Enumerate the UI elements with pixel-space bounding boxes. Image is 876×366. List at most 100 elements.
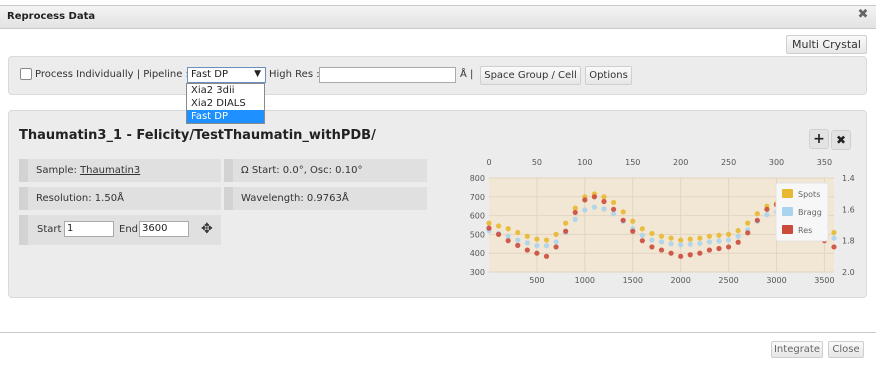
spots-point <box>563 220 569 226</box>
move-icon[interactable]: ✥ <box>201 221 213 237</box>
bragg-point <box>764 212 770 218</box>
pipeline-option-xia2-3dii[interactable]: Xia2 3dii <box>187 84 264 97</box>
y-left-tick-label: 700 <box>470 193 485 202</box>
pipeline-toolbar: Process Individually | Pipeline : Fast D… <box>8 56 867 95</box>
integrate-button[interactable]: Integrate <box>771 341 823 358</box>
x-top-tick-label: 350 <box>817 158 832 167</box>
bragg-point <box>649 237 655 243</box>
spots-point <box>495 223 502 229</box>
plus-icon[interactable]: + <box>809 129 829 149</box>
dataset-panel: Thaumatin3_1 - Felicity/TestThaumatin_wi… <box>8 110 867 298</box>
angstrom-separator: Å | <box>460 69 474 80</box>
spots-point <box>505 226 511 232</box>
res-point <box>601 198 607 205</box>
sample-link[interactable]: Thaumatin3 <box>80 165 140 176</box>
omega-text: Ω Start: 0.0°, Osc: 0.10° <box>241 165 363 176</box>
bragg-point <box>582 207 588 213</box>
res-point <box>764 206 770 212</box>
space-group-cell-button[interactable]: Space Group / Cell <box>480 66 581 85</box>
process-individually-label: Process Individually | Pipeline : <box>35 69 189 80</box>
res-point <box>678 253 684 259</box>
cell-marker <box>19 215 28 245</box>
spots-point <box>725 231 732 237</box>
legend-label: Spots <box>798 190 820 199</box>
x-top-tick-label: 100 <box>577 158 592 167</box>
start-label: Start <box>37 224 62 235</box>
close-button[interactable]: Close <box>828 341 864 358</box>
res-point <box>620 217 626 223</box>
bragg-point <box>668 241 674 247</box>
spots-point <box>678 237 684 243</box>
pipeline-select[interactable]: Fast DP ▼ <box>187 67 266 83</box>
omega-cell: Ω Start: 0.0°, Osc: 0.10° <box>224 159 427 182</box>
spots-point <box>524 233 530 239</box>
y-right-tick-label: 1.8 <box>842 237 855 246</box>
footer-divider <box>0 332 876 333</box>
bragg-point <box>687 241 693 247</box>
bragg-point <box>831 235 837 241</box>
pipeline-dropdown-list: Xia2 3dii Xia2 DIALS Fast DP <box>186 83 265 124</box>
y-left-tick-label: 800 <box>470 174 485 183</box>
res-point <box>639 238 645 244</box>
res-point <box>649 244 655 250</box>
cell-marker <box>224 187 233 210</box>
res-point <box>524 247 530 253</box>
bragg-point <box>515 237 521 243</box>
options-button[interactable]: Options <box>585 66 632 85</box>
bragg-point <box>553 239 559 245</box>
image-range-cell: Start 1 End 3600 ✥ <box>19 215 221 245</box>
bragg-point <box>716 238 722 244</box>
cell-marker <box>224 159 233 182</box>
high-res-label: High Res : <box>269 69 320 80</box>
y-left-tick-label: 600 <box>470 212 485 221</box>
spots-point <box>745 220 751 226</box>
bragg-point <box>601 206 607 212</box>
start-input[interactable]: 1 <box>64 221 114 237</box>
res-point <box>745 230 751 236</box>
x-top-tick-label: 300 <box>769 158 784 167</box>
x-bottom-tick-label: 3500 <box>814 276 834 285</box>
spots-point <box>610 199 617 206</box>
spots-point <box>716 232 722 238</box>
sample-cell: Sample: Thaumatin3 <box>19 159 221 182</box>
res-point <box>735 239 741 245</box>
y-right-tick-label: 1.4 <box>842 174 855 183</box>
y-left-tick-label: 400 <box>470 249 485 258</box>
multi-crystal-button[interactable]: Multi Crystal <box>786 35 867 54</box>
end-input[interactable]: 3600 <box>139 221 189 237</box>
close-icon[interactable]: ✖ <box>831 130 851 150</box>
pipeline-option-fast-dp[interactable]: Fast DP <box>187 110 264 123</box>
legend-label: Res <box>798 226 812 235</box>
res-point <box>630 228 636 234</box>
res-point <box>668 250 674 256</box>
res-point <box>658 247 665 253</box>
cell-marker <box>19 187 28 210</box>
res-point <box>582 197 588 203</box>
process-individually-checkbox[interactable] <box>20 68 32 80</box>
res-point <box>486 225 492 231</box>
high-res-input[interactable] <box>319 67 456 83</box>
res-point <box>754 217 760 223</box>
res-point <box>505 238 511 244</box>
close-icon[interactable]: ✖ <box>857 8 869 21</box>
res-point <box>553 244 559 250</box>
pipeline-option-xia2-dials[interactable]: Xia2 DIALS <box>187 97 264 110</box>
sample-label: Sample: <box>36 165 77 176</box>
spots-point <box>620 209 626 215</box>
spots-point <box>754 211 760 217</box>
dataset-title: Thaumatin3_1 - Felicity/TestThaumatin_wi… <box>19 128 376 143</box>
bragg-point <box>534 243 540 249</box>
wavelength-text: Wavelength: 0.9763Å <box>241 193 349 204</box>
spots-point <box>697 235 703 241</box>
spots-point <box>534 236 540 242</box>
res-point <box>706 247 713 253</box>
res-point <box>534 250 540 256</box>
res-point <box>572 209 578 216</box>
bragg-point <box>524 240 530 246</box>
res-point <box>716 245 722 252</box>
x-bottom-tick-label: 3000 <box>766 276 786 285</box>
spots-point <box>630 218 636 224</box>
y-left-tick-label: 300 <box>470 268 485 277</box>
bragg-point <box>735 233 741 239</box>
bragg-point <box>678 242 684 248</box>
